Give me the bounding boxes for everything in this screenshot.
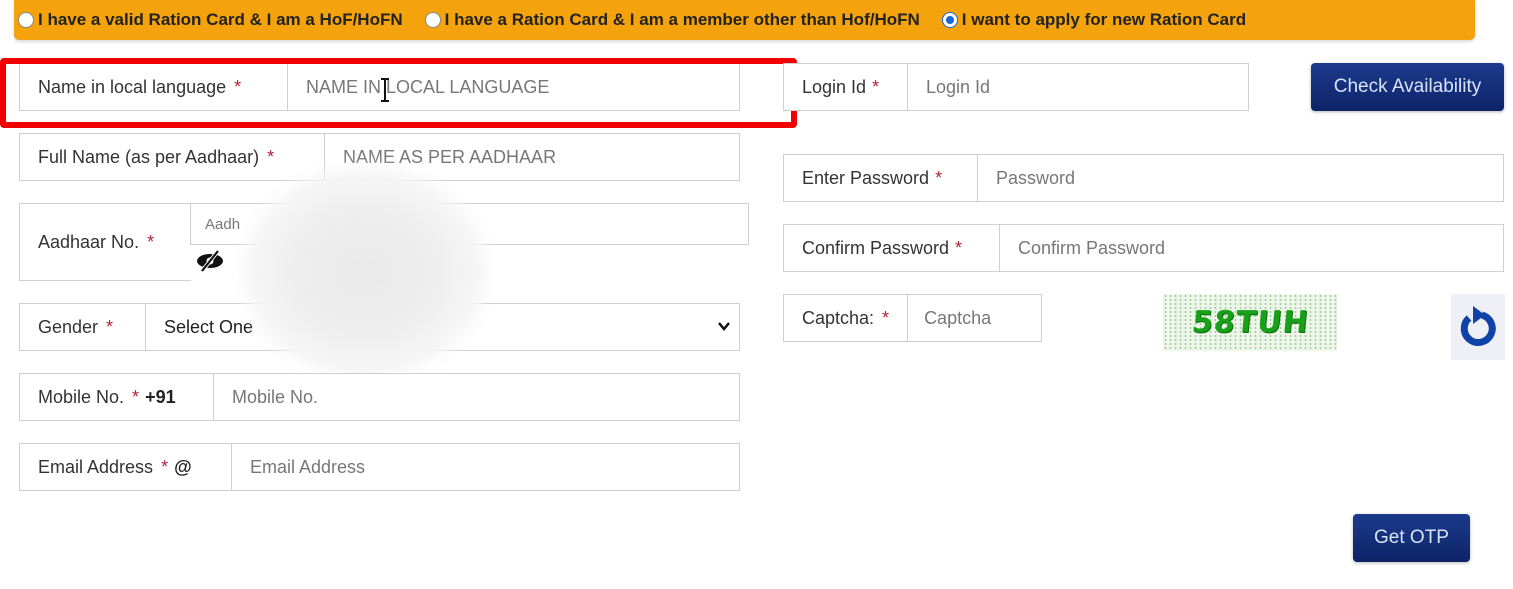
radio-button[interactable] xyxy=(18,12,34,28)
check-availability-button[interactable]: Check Availability xyxy=(1311,63,1504,111)
required-star: * xyxy=(132,386,140,407)
eye-slash-icon[interactable] xyxy=(195,249,225,273)
captcha-label: Captcha: * xyxy=(784,295,909,341)
login-id-input[interactable] xyxy=(908,64,1248,110)
captcha-refresh-button[interactable] xyxy=(1451,294,1505,360)
password-label: Enter Password * xyxy=(784,155,978,201)
aadhaar-input-box xyxy=(190,203,749,245)
aadhaar-input[interactable] xyxy=(191,204,748,244)
email-label: Email Address * @ xyxy=(20,444,232,490)
required-star: * xyxy=(106,316,114,337)
aadhaar-field: Aadhaar No. * xyxy=(19,203,749,281)
radio-option-new-card[interactable]: I want to apply for new Ration Card xyxy=(941,10,1247,30)
mobile-field: Mobile No. * +91 xyxy=(19,373,740,421)
required-star: * xyxy=(147,231,155,252)
required-star: * xyxy=(935,167,943,188)
required-star: * xyxy=(882,307,890,328)
full-name-field: Full Name (as per Aadhaar) * xyxy=(19,133,740,181)
required-star: * xyxy=(872,76,880,97)
radio-label: I have a valid Ration Card & I am a HoF/… xyxy=(38,10,403,29)
radio-button[interactable] xyxy=(424,12,441,28)
captcha-image: 58TUH xyxy=(1163,294,1337,351)
confirm-password-input[interactable] xyxy=(1000,225,1503,271)
country-code-prefix: +91 xyxy=(145,386,176,407)
radio-label: I want to apply for new Ration Card xyxy=(961,10,1247,29)
radio-label: I have a Ration Card & I am a member oth… xyxy=(444,10,920,29)
radio-option-member[interactable]: I have a Ration Card & I am a member oth… xyxy=(424,10,920,30)
captcha-field: Captcha: * xyxy=(783,294,1173,342)
full-name-label: Full Name (as per Aadhaar) * xyxy=(20,134,325,180)
required-star: * xyxy=(267,146,275,167)
name-local-input[interactable] xyxy=(288,64,739,110)
refresh-icon xyxy=(1460,306,1496,346)
text-cursor-icon xyxy=(381,78,389,102)
email-field: Email Address * @ xyxy=(19,443,740,491)
applicant-type-radio-group: I have a valid Ration Card & I am a HoF/… xyxy=(14,0,1475,40)
at-sign-prefix: @ xyxy=(174,456,192,477)
get-otp-button[interactable]: Get OTP xyxy=(1353,514,1470,562)
gender-label: Gender * xyxy=(20,304,146,350)
mobile-label: Mobile No. * +91 xyxy=(20,374,214,420)
password-input[interactable] xyxy=(978,155,1503,201)
radio-option-hof[interactable]: I have a valid Ration Card & I am a HoF/… xyxy=(18,10,403,30)
mobile-input[interactable] xyxy=(214,374,739,420)
login-id-label: Login Id * xyxy=(784,64,908,110)
confirm-password-field: Confirm Password * xyxy=(783,224,1504,272)
confirm-password-label: Confirm Password * xyxy=(784,225,1000,271)
password-field: Enter Password * xyxy=(783,154,1504,202)
gender-select[interactable]: Select One xyxy=(146,304,739,350)
radio-button-selected[interactable] xyxy=(941,12,958,28)
captcha-image-text: 58TUH xyxy=(1189,305,1311,340)
login-id-field: Login Id * xyxy=(783,63,1249,111)
required-star: * xyxy=(161,456,169,477)
required-star: * xyxy=(955,237,963,258)
email-input[interactable] xyxy=(232,444,739,490)
required-star: * xyxy=(234,76,242,97)
gender-field: Gender * Select One xyxy=(19,303,740,351)
full-name-input[interactable] xyxy=(325,134,739,180)
aadhaar-label: Aadhaar No. * xyxy=(19,203,191,281)
name-local-label: Name in local language * xyxy=(20,64,288,110)
captcha-input[interactable] xyxy=(908,295,1173,341)
